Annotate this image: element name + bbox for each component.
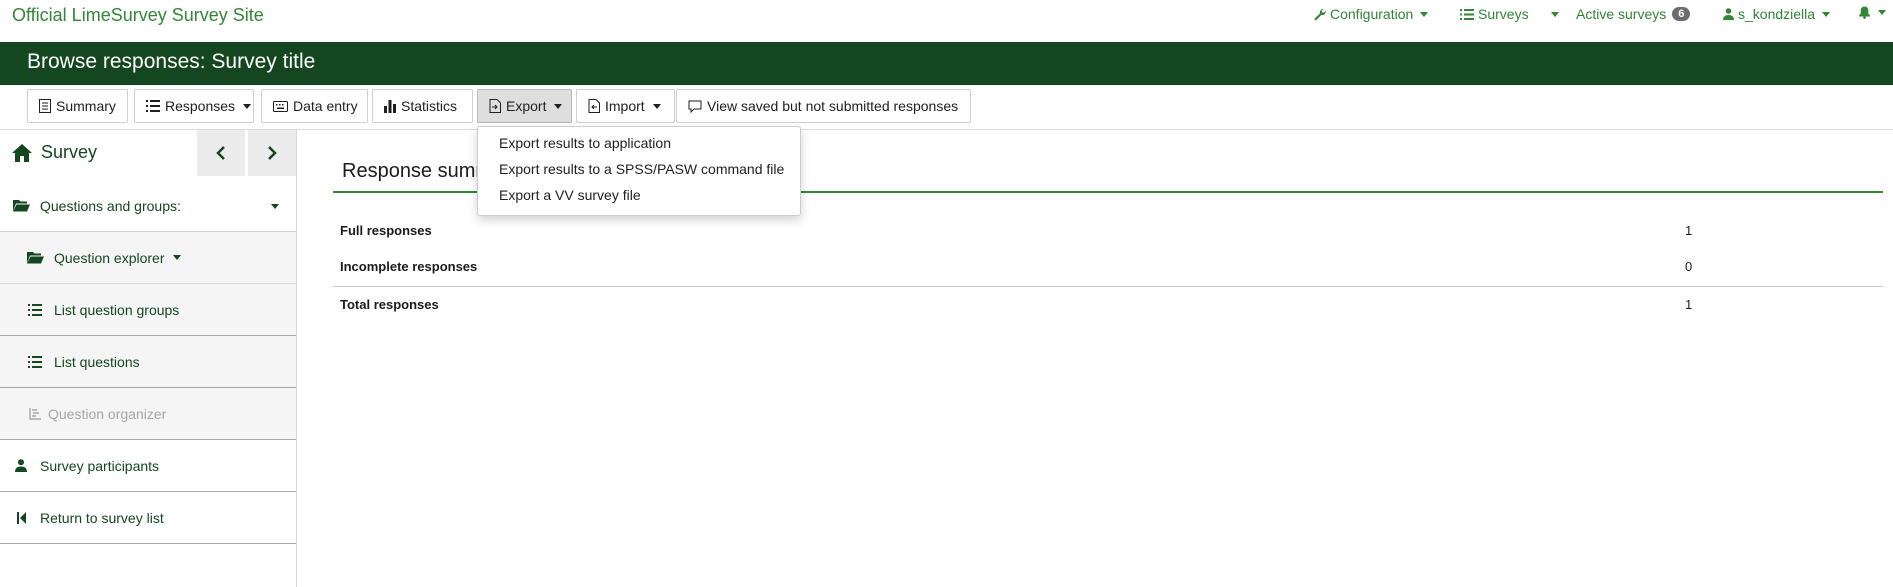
sidebar-title-label: Survey bbox=[41, 142, 98, 162]
response-summary-title: Response summ bbox=[342, 160, 493, 182]
document-icon bbox=[39, 99, 51, 113]
sidebar-item-question-explorer[interactable]: Question explorer bbox=[0, 232, 296, 284]
data-entry-label: Data entry bbox=[293, 98, 358, 114]
summary-label: Summary bbox=[56, 98, 116, 114]
statistics-label: Statistics bbox=[401, 98, 458, 114]
full-responses-value: 1 bbox=[1685, 223, 1693, 238]
folder-open-icon bbox=[26, 251, 44, 264]
view-saved-button[interactable]: View saved but not submitted responses bbox=[676, 89, 971, 123]
chevron-down-icon bbox=[652, 103, 661, 109]
site-brand-link[interactable]: Official LimeSurvey Survey Site bbox=[12, 5, 264, 26]
responses-button[interactable]: Responses bbox=[134, 89, 254, 123]
sidebar-item-label: List question groups bbox=[54, 301, 180, 318]
comment-icon bbox=[688, 100, 702, 113]
sidebar-item-questions-groups[interactable]: Questions and groups: bbox=[0, 180, 296, 232]
chevron-down-icon bbox=[172, 255, 181, 260]
list-icon bbox=[26, 355, 44, 368]
chevron-down-icon bbox=[1822, 11, 1831, 17]
chevron-left-icon bbox=[216, 146, 225, 160]
list-icon bbox=[26, 303, 44, 316]
file-export-icon bbox=[489, 99, 501, 113]
sidebar-item-label: Survey participants bbox=[40, 457, 160, 474]
export-label: Export bbox=[506, 98, 547, 114]
user-icon bbox=[1723, 8, 1734, 20]
chevron-down-icon bbox=[1878, 10, 1886, 15]
configuration-label: Configuration bbox=[1330, 6, 1414, 22]
responses-label: Responses bbox=[165, 98, 236, 114]
sidebar-item-label: List questions bbox=[54, 353, 140, 370]
statistics-button[interactable]: Statistics bbox=[372, 89, 473, 123]
configuration-menu[interactable]: Configuration bbox=[1313, 6, 1429, 22]
organizer-icon bbox=[26, 407, 44, 420]
sidebar-header: Survey bbox=[0, 130, 296, 180]
sidebar-item-label: Question explorer bbox=[54, 249, 165, 266]
page-title-bar: Browse responses: Survey title bbox=[0, 42, 1893, 85]
sidebar-collapse-button[interactable] bbox=[197, 130, 245, 176]
sidebar-item-question-organizer: Question organizer bbox=[0, 388, 296, 440]
full-responses-label: Full responses bbox=[340, 223, 432, 238]
export-button[interactable]: Export bbox=[477, 89, 572, 123]
list-icon bbox=[146, 100, 160, 112]
user-menu[interactable]: s_kondziella bbox=[1723, 6, 1831, 22]
sidebar-item-list-questions[interactable]: List questions bbox=[0, 336, 296, 388]
page-title: Browse responses: Survey title bbox=[27, 50, 316, 73]
survey-sidebar: Survey Questions and groups: Question ex… bbox=[0, 130, 297, 587]
chevron-right-icon bbox=[268, 146, 277, 160]
chevron-down-icon bbox=[271, 204, 279, 209]
bell-icon bbox=[1859, 6, 1870, 19]
bar-chart-icon bbox=[384, 99, 396, 113]
view-saved-label: View saved but not submitted responses bbox=[707, 98, 959, 114]
chevron-down-icon bbox=[554, 103, 563, 109]
sidebar-item-label: Question organizer bbox=[48, 405, 167, 422]
import-label: Import bbox=[605, 98, 645, 114]
data-entry-button[interactable]: Data entry bbox=[261, 89, 368, 123]
total-divider bbox=[333, 286, 1883, 287]
incomplete-responses-value: 0 bbox=[1685, 259, 1693, 274]
response-toolbar: Summary Responses Data entry Statistics … bbox=[0, 85, 1893, 130]
surveys-label: Surveys bbox=[1478, 6, 1529, 22]
sidebar-item-list-question-groups[interactable]: List question groups bbox=[0, 284, 296, 336]
sidebar-item-survey-participants[interactable]: Survey participants bbox=[0, 440, 296, 492]
export-spss-item[interactable]: Export results to a SPSS/PASW command fi… bbox=[499, 161, 784, 177]
export-to-application-item[interactable]: Export results to application bbox=[499, 135, 671, 151]
total-responses-label: Total responses bbox=[340, 297, 439, 312]
keyboard-icon bbox=[273, 100, 288, 112]
surveys-menu[interactable]: Surveys bbox=[1460, 6, 1559, 22]
sidebar-item-label: Return to survey list bbox=[40, 509, 164, 526]
active-surveys-link[interactable]: Active surveys 6 bbox=[1576, 6, 1691, 22]
export-vv-survey-item[interactable]: Export a VV survey file bbox=[499, 187, 641, 203]
folder-open-icon bbox=[12, 199, 30, 212]
active-surveys-label: Active surveys bbox=[1576, 6, 1667, 22]
sidebar-title[interactable]: Survey bbox=[12, 142, 97, 163]
list-icon bbox=[1460, 8, 1474, 20]
import-button[interactable]: Import bbox=[576, 89, 675, 123]
top-navbar: Official LimeSurvey Survey Site Configur… bbox=[0, 0, 1893, 42]
sidebar-expand-button[interactable] bbox=[248, 130, 296, 176]
home-icon bbox=[12, 143, 32, 162]
total-responses-value: 1 bbox=[1685, 297, 1693, 312]
user-label: s_kondziella bbox=[1738, 6, 1816, 22]
file-import-icon bbox=[588, 99, 600, 113]
chevron-down-icon bbox=[243, 103, 252, 109]
active-surveys-count-badge: 6 bbox=[1672, 7, 1691, 21]
user-icon bbox=[12, 459, 30, 472]
chevron-down-icon bbox=[1550, 11, 1559, 17]
sidebar-item-return-to-list[interactable]: Return to survey list bbox=[0, 492, 296, 544]
export-dropdown-menu: Export results to application Export res… bbox=[477, 126, 801, 216]
wrench-icon bbox=[1314, 8, 1326, 21]
notifications-menu[interactable] bbox=[1858, 6, 1886, 19]
sidebar-item-label: Questions and groups: bbox=[40, 197, 181, 214]
step-backward-icon bbox=[12, 511, 30, 524]
summary-button[interactable]: Summary bbox=[27, 89, 128, 123]
incomplete-responses-label: Incomplete responses bbox=[340, 259, 478, 274]
chevron-down-icon bbox=[1420, 11, 1429, 17]
